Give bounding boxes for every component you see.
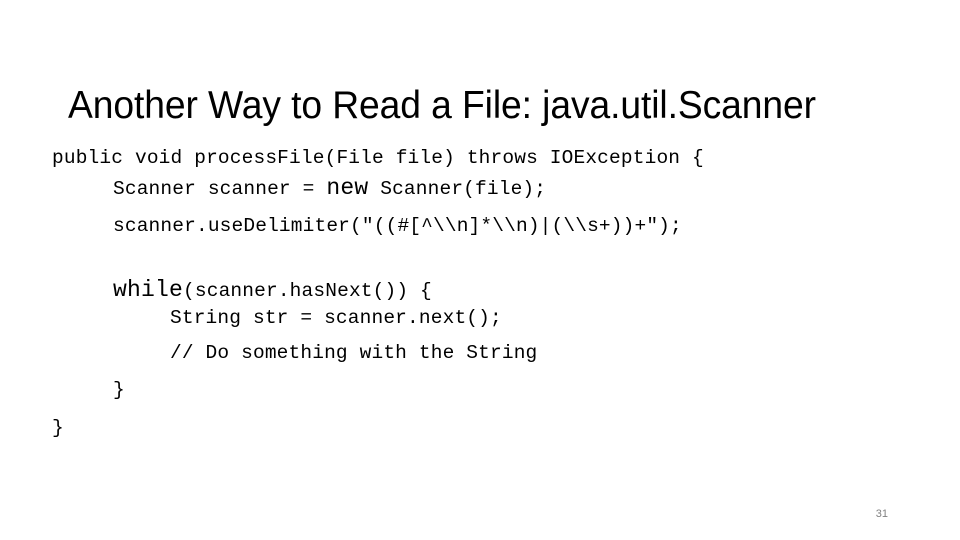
code-token: String str = scanner.next(); <box>170 307 502 329</box>
code-token: } <box>113 379 125 401</box>
code-token: Scanner scanner = <box>113 178 327 200</box>
code-comment-line: // Do something with the String <box>170 343 537 363</box>
code-line: while(scanner.hasNext()) { <box>113 277 432 303</box>
code-token: // Do something with the String <box>170 342 538 364</box>
slide-canvas: Another Way to Read a File: java.util.Sc… <box>0 0 960 540</box>
page-number: 31 <box>875 508 888 520</box>
code-token: public void processFile(File file) throw… <box>52 147 704 169</box>
code-keyword-new: new <box>326 175 369 201</box>
code-token: } <box>52 417 64 439</box>
code-line: String str = scanner.next(); <box>170 308 502 328</box>
code-line: scanner.useDelimiter("((#[^\\n]*\\n)|(\\… <box>113 216 682 236</box>
code-line: } <box>113 380 125 400</box>
code-line: Scanner scanner = new Scanner(file); <box>113 175 547 201</box>
code-token: scanner.useDelimiter("((#[^\\n]*\\n)|(\\… <box>113 215 682 237</box>
page-title: Another Way to Read a File: java.util.Sc… <box>68 84 816 128</box>
code-token: (scanner.hasNext()) { <box>183 280 432 302</box>
code-line: public void processFile(File file) throw… <box>52 148 704 168</box>
code-token: Scanner(file); <box>368 178 547 200</box>
code-keyword-while: while <box>113 277 184 303</box>
code-line: } <box>52 418 64 438</box>
